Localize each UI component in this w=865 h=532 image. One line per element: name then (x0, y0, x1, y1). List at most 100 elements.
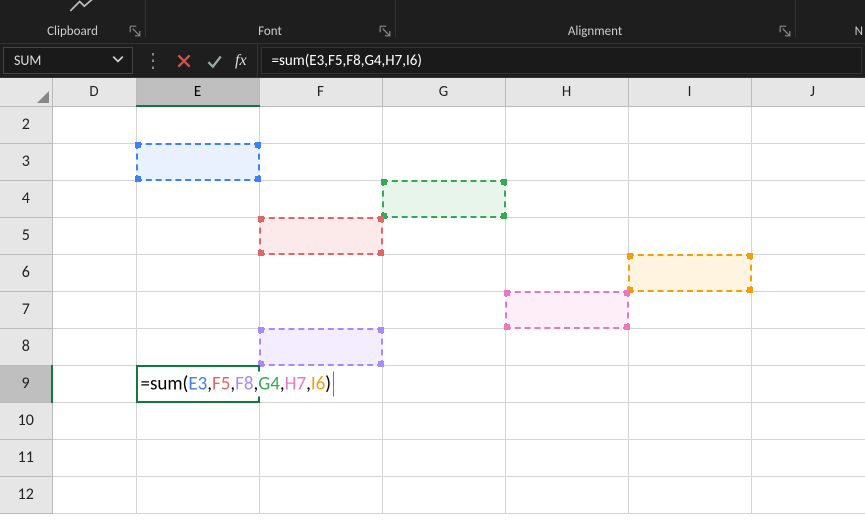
cell-D9[interactable] (52, 365, 136, 402)
row-header-9[interactable]: 9 (0, 365, 52, 402)
cell-I8[interactable] (628, 328, 751, 365)
cell-I11[interactable] (628, 439, 751, 476)
cell-F8[interactable]: 158 (259, 328, 382, 365)
cell-E4[interactable] (136, 180, 259, 217)
cell-J2[interactable] (751, 106, 865, 143)
cell-J10[interactable] (751, 402, 865, 439)
cell-G8[interactable] (382, 328, 505, 365)
cell-F3[interactable] (259, 143, 382, 180)
cell-G6[interactable] (382, 254, 505, 291)
cell-G7[interactable] (382, 291, 505, 328)
formula-bar[interactable]: =sum(E3,F5,F8,G4,H7,I6) (261, 47, 862, 74)
cell-G3[interactable] (382, 143, 505, 180)
cell-I10[interactable] (628, 402, 751, 439)
cell-E11[interactable] (136, 439, 259, 476)
row-header-11[interactable]: 11 (0, 439, 52, 476)
cell-I2[interactable] (628, 106, 751, 143)
cell-E10[interactable] (136, 402, 259, 439)
dialog-launcher-icon[interactable] (779, 25, 791, 37)
cell-G5[interactable] (382, 217, 505, 254)
row-header-6[interactable]: 6 (0, 254, 52, 291)
row-header-12[interactable]: 12 (0, 476, 52, 513)
cell-H12[interactable] (505, 476, 628, 513)
cell-D6[interactable] (52, 254, 136, 291)
cell-I4[interactable] (628, 180, 751, 217)
cell-F7[interactable] (259, 291, 382, 328)
cell-D10[interactable] (52, 402, 136, 439)
row-header-3[interactable]: 3 (0, 143, 52, 180)
cell-H11[interactable] (505, 439, 628, 476)
cell-D4[interactable] (52, 180, 136, 217)
select-all-corner[interactable] (0, 78, 52, 106)
cell-G10[interactable] (382, 402, 505, 439)
cell-G9[interactable] (382, 365, 505, 402)
ribbon-group-clipboard[interactable]: Clipboard (0, 24, 145, 39)
cell-H7[interactable]: 256 (505, 291, 628, 328)
cell-I6[interactable]: 123 (628, 254, 751, 291)
spreadsheet-grid[interactable]: D E F G H I J 23124155246123725681589=su… (0, 78, 865, 532)
cell-J7[interactable] (751, 291, 865, 328)
col-header-I[interactable]: I (628, 78, 751, 106)
cell-H8[interactable] (505, 328, 628, 365)
cell-J12[interactable] (751, 476, 865, 513)
cell-E3[interactable]: 12 (136, 143, 259, 180)
row-header-7[interactable]: 7 (0, 291, 52, 328)
cell-D7[interactable] (52, 291, 136, 328)
enter-button[interactable] (205, 52, 223, 70)
cell-F12[interactable] (259, 476, 382, 513)
cell-H2[interactable] (505, 106, 628, 143)
cell-E9[interactable]: =sum(E3,F5,F8,G4,H7,I6) (136, 365, 259, 402)
cell-D2[interactable] (52, 106, 136, 143)
cell-H9[interactable] (505, 365, 628, 402)
cell-E8[interactable] (136, 328, 259, 365)
col-header-E[interactable]: E (136, 78, 259, 106)
col-header-G[interactable]: G (382, 78, 505, 106)
cell-I5[interactable] (628, 217, 751, 254)
cell-J5[interactable] (751, 217, 865, 254)
cancel-button[interactable] (175, 52, 193, 70)
cell-H5[interactable] (505, 217, 628, 254)
cell-E2[interactable] (136, 106, 259, 143)
drag-handle-icon[interactable]: ⋮ (143, 48, 163, 73)
cell-J9[interactable] (751, 365, 865, 402)
cell-J8[interactable] (751, 328, 865, 365)
col-header-F[interactable]: F (259, 78, 382, 106)
cell-F6[interactable] (259, 254, 382, 291)
row-header-5[interactable]: 5 (0, 217, 52, 254)
cell-J11[interactable] (751, 439, 865, 476)
row-header-2[interactable]: 2 (0, 106, 52, 143)
ribbon-group-font[interactable]: Font (145, 24, 395, 39)
cell-D8[interactable] (52, 328, 136, 365)
row-header-4[interactable]: 4 (0, 180, 52, 217)
cell-D12[interactable] (52, 476, 136, 513)
col-header-H[interactable]: H (505, 78, 628, 106)
cell-E12[interactable] (136, 476, 259, 513)
cell-J4[interactable] (751, 180, 865, 217)
cell-E7[interactable] (136, 291, 259, 328)
fx-icon[interactable]: fx (235, 52, 247, 70)
cell-F5[interactable]: 24 (259, 217, 382, 254)
ribbon-group-number[interactable]: N (795, 24, 865, 39)
cell-H4[interactable] (505, 180, 628, 217)
cell-I7[interactable] (628, 291, 751, 328)
cell-F11[interactable] (259, 439, 382, 476)
cell-H3[interactable] (505, 143, 628, 180)
cell-D3[interactable] (52, 143, 136, 180)
dialog-launcher-icon[interactable] (129, 25, 141, 37)
cell-G4[interactable]: 15 (382, 180, 505, 217)
ribbon-group-alignment[interactable]: Alignment (395, 24, 795, 39)
cell-G12[interactable] (382, 476, 505, 513)
cell-H10[interactable] (505, 402, 628, 439)
cell-D5[interactable] (52, 217, 136, 254)
cell-F10[interactable] (259, 402, 382, 439)
cell-I9[interactable] (628, 365, 751, 402)
row-header-10[interactable]: 10 (0, 402, 52, 439)
cell-I12[interactable] (628, 476, 751, 513)
cell-G2[interactable] (382, 106, 505, 143)
chevron-down-icon[interactable] (112, 52, 124, 69)
cell-E6[interactable] (136, 254, 259, 291)
col-header-D[interactable]: D (52, 78, 136, 106)
cell-F4[interactable] (259, 180, 382, 217)
cell-F2[interactable] (259, 106, 382, 143)
row-header-8[interactable]: 8 (0, 328, 52, 365)
